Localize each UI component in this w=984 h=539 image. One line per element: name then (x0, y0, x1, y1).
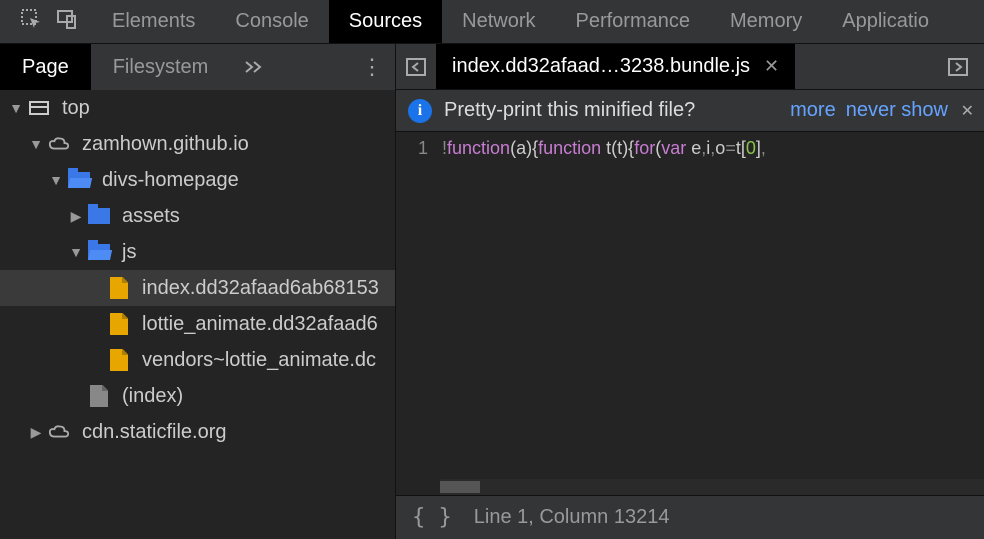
tree-node-file[interactable]: vendors~lottie_animate.dc (0, 342, 395, 378)
infobar-never-show-link[interactable]: never show (846, 99, 948, 122)
navigator-tab-filesystem[interactable]: Filesystem (91, 44, 231, 90)
device-toggle-icon[interactable] (56, 8, 78, 35)
horizontal-scrollbar[interactable] (440, 479, 984, 495)
disclosure-triangle-icon[interactable]: ▼ (48, 172, 64, 188)
line-number: 1 (396, 138, 428, 159)
tab-console[interactable]: Console (215, 0, 328, 43)
tree-label: (index) (122, 385, 183, 408)
navigator-more-menu-icon[interactable]: ⋮ (361, 44, 383, 90)
disclosure-triangle-icon[interactable]: ▼ (68, 244, 84, 260)
info-icon: i (408, 99, 432, 123)
tree-label: zamhown.github.io (82, 133, 249, 156)
tree-node-domain[interactable]: ▼ zamhown.github.io (0, 126, 395, 162)
tree-label: top (62, 97, 90, 120)
js-file-icon (108, 277, 130, 299)
tab-memory[interactable]: Memory (710, 0, 822, 43)
tree-label: assets (122, 205, 180, 228)
folder-open-icon (88, 241, 110, 263)
tree-label: divs-homepage (102, 169, 239, 192)
editor-file-tab-label: index.dd32afaad…3238.bundle.js (452, 55, 750, 78)
tree-node-folder[interactable]: ▼ divs-homepage (0, 162, 395, 198)
devtools-tab-strip: Elements Console Sources Network Perform… (0, 0, 984, 44)
disclosure-triangle-icon[interactable]: ▼ (28, 136, 44, 152)
js-file-icon (108, 313, 130, 335)
pretty-print-infobar: i Pretty-print this minified file? more … (396, 90, 984, 132)
tab-network[interactable]: Network (442, 0, 555, 43)
infobar-message: Pretty-print this minified file? (444, 99, 695, 122)
show-debugger-icon[interactable] (938, 44, 978, 89)
code-editor[interactable]: 1 !function(a){function t(t){for(var e,i… (396, 132, 984, 495)
tab-elements[interactable]: Elements (92, 0, 215, 43)
infobar-dismiss-icon[interactable]: ✕ (961, 101, 974, 121)
tree-node-top[interactable]: ▼ top (0, 90, 395, 126)
file-navigator: ▼ top ▼ zamhown.github.io ▼ divs-homepag… (0, 90, 396, 539)
tab-sources[interactable]: Sources (329, 0, 442, 43)
line-number-gutter: 1 (396, 132, 440, 495)
tree-label: cdn.staticfile.org (82, 421, 227, 444)
scrollbar-thumb[interactable] (440, 481, 480, 493)
tree-node-folder[interactable]: ▼ js (0, 234, 395, 270)
tree-node-file[interactable]: index.dd32afaad6ab68153 (0, 270, 395, 306)
frame-icon (28, 97, 50, 119)
js-file-icon (108, 349, 130, 371)
cursor-position: Line 1, Column 13214 (474, 506, 670, 529)
tree-label: index.dd32afaad6ab68153 (142, 277, 379, 300)
cloud-icon (48, 421, 70, 443)
disclosure-triangle-icon[interactable]: ▼ (8, 100, 24, 116)
navigator-tabs: Page Filesystem ⋮ (0, 44, 396, 90)
cloud-icon (48, 133, 70, 155)
tree-label: js (122, 241, 136, 264)
tree-node-file[interactable]: lottie_animate.dd32afaad6 (0, 306, 395, 342)
tree-node-domain[interactable]: ▶ cdn.staticfile.org (0, 414, 395, 450)
editor-status-bar: { } Line 1, Column 13214 (396, 495, 984, 539)
pretty-print-icon[interactable]: { } (412, 505, 452, 530)
tab-application[interactable]: Applicatio (822, 0, 949, 43)
tree-node-file[interactable]: (index) (0, 378, 395, 414)
editor-tab-strip: index.dd32afaad…3238.bundle.js ✕ (396, 44, 984, 90)
more-tabs-chevron-icon[interactable] (230, 44, 278, 90)
tab-performance[interactable]: Performance (556, 0, 711, 43)
tree-label: lottie_animate.dd32afaad6 (142, 313, 378, 336)
folder-icon (88, 205, 110, 227)
disclosure-triangle-icon[interactable]: ▶ (68, 208, 84, 225)
close-tab-icon[interactable]: ✕ (764, 56, 779, 77)
infobar-more-link[interactable]: more (790, 99, 836, 122)
navigator-tab-page[interactable]: Page (0, 44, 91, 90)
file-icon (88, 385, 110, 407)
folder-open-icon (68, 169, 90, 191)
show-navigator-icon[interactable] (396, 44, 436, 89)
editor-file-tab[interactable]: index.dd32afaad…3238.bundle.js ✕ (436, 44, 795, 89)
code-line: !function(a){function t(t){for(var e,i,o… (440, 132, 766, 495)
tree-node-folder[interactable]: ▶ assets (0, 198, 395, 234)
inspect-icon[interactable] (20, 8, 42, 35)
disclosure-triangle-icon[interactable]: ▶ (28, 424, 44, 441)
tree-label: vendors~lottie_animate.dc (142, 349, 376, 372)
